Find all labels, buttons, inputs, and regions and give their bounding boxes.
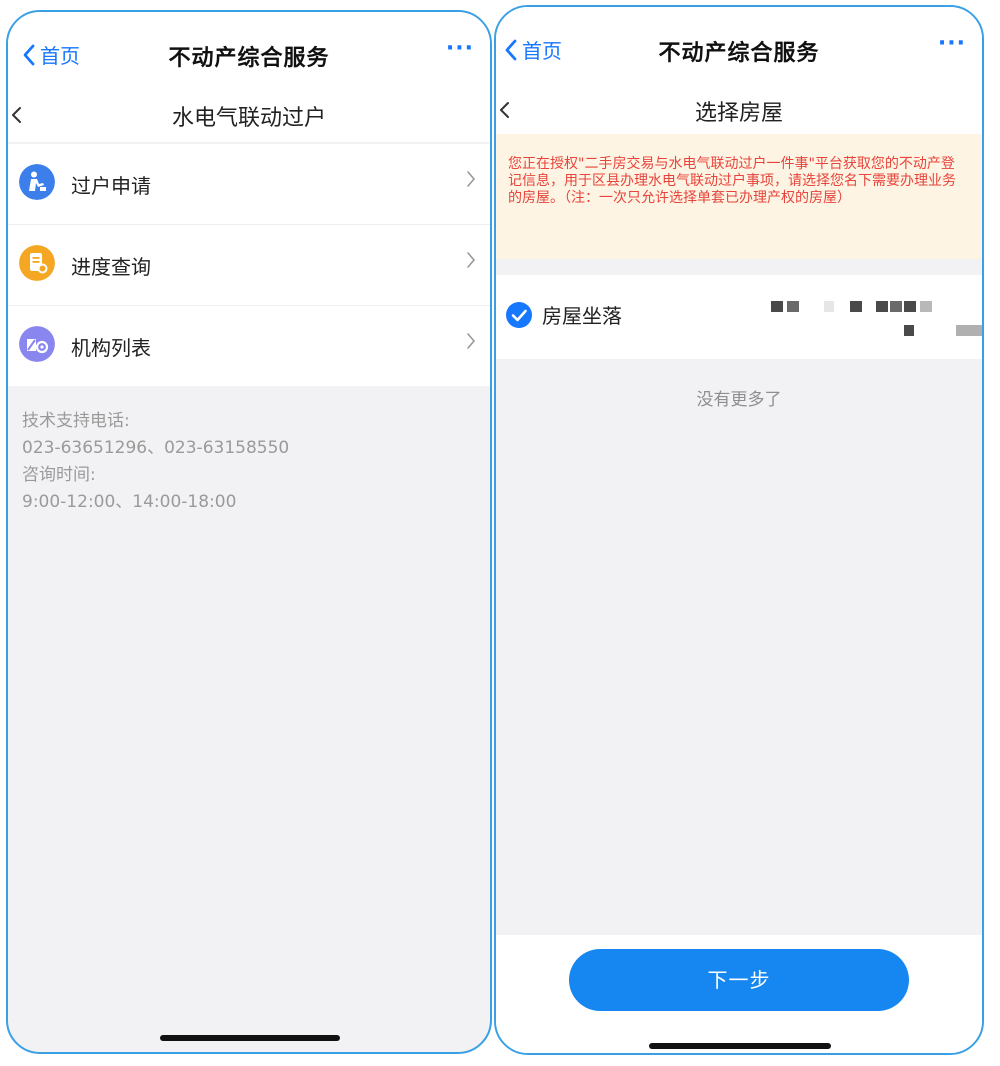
service-menu: 过户申请 进度查询 机构列表 — [8, 144, 490, 386]
menu-label: 过户申请 — [71, 174, 151, 198]
chevron-right-icon — [467, 333, 476, 349]
consult-hours-label: 咨询时间: — [22, 465, 96, 485]
menu-item-institution-list[interactable]: 机构列表 — [8, 306, 490, 386]
person-transfer-icon — [19, 164, 55, 200]
more-options-icon[interactable]: ··· — [938, 31, 966, 56]
menu-item-progress-query[interactable]: 进度查询 — [8, 225, 490, 306]
document-search-icon — [19, 245, 55, 281]
list-end-text: 没有更多了 — [696, 390, 782, 410]
checkmark-circle-icon[interactable] — [506, 302, 532, 328]
support-info: 技术支持电话: 023-63651296、023-63158550 咨询时间: … — [22, 408, 289, 516]
next-step-button[interactable]: 下一步 — [569, 949, 909, 1011]
institution-icon — [19, 326, 55, 362]
house-location-label: 房屋坐落 — [542, 304, 622, 328]
phone-screen-left: 首页 不动产综合服务 ··· 水电气联动过户 过户申请 进度查询 机构列表 技术… — [6, 10, 492, 1054]
page-title: 水电气联动过户 — [171, 106, 326, 131]
chevron-right-icon — [467, 171, 476, 187]
authorization-notice: 您正在授权"二手房交易与水电气联动过户一件事"平台获取您的不动产登记信息，用于区… — [496, 134, 982, 259]
menu-label: 进度查询 — [71, 255, 151, 279]
page-header: 水电气联动过户 — [8, 92, 490, 142]
home-indicator — [649, 1043, 831, 1049]
phone-screen-right: 首页 不动产综合服务 ··· 选择房屋 您正在授权"二手房交易与水电气联动过户一… — [494, 5, 984, 1055]
app-title: 不动产综合服务 — [658, 41, 820, 66]
top-nav-bar: 首页 不动产综合服务 ··· — [496, 7, 982, 87]
consult-hours: 9:00-12:00、14:00-18:00 — [22, 492, 237, 512]
page-title: 选择房屋 — [694, 101, 783, 126]
house-list-item[interactable]: 房屋坐落 — [496, 275, 982, 359]
chevron-right-icon — [467, 252, 476, 268]
support-phones: 023-63651296、023-63158550 — [22, 438, 290, 458]
support-phone-label: 技术支持电话: — [22, 411, 130, 431]
menu-item-transfer-application[interactable]: 过户申请 — [8, 144, 490, 225]
app-title: 不动产综合服务 — [168, 46, 330, 71]
bottom-action-bar: 下一步 — [496, 935, 982, 1053]
home-indicator — [160, 1035, 340, 1041]
page-header: 选择房屋 — [496, 87, 982, 137]
more-options-icon[interactable]: ··· — [446, 36, 474, 61]
top-nav-bar: 首页 不动产综合服务 ··· — [8, 12, 490, 92]
menu-label: 机构列表 — [71, 336, 151, 360]
